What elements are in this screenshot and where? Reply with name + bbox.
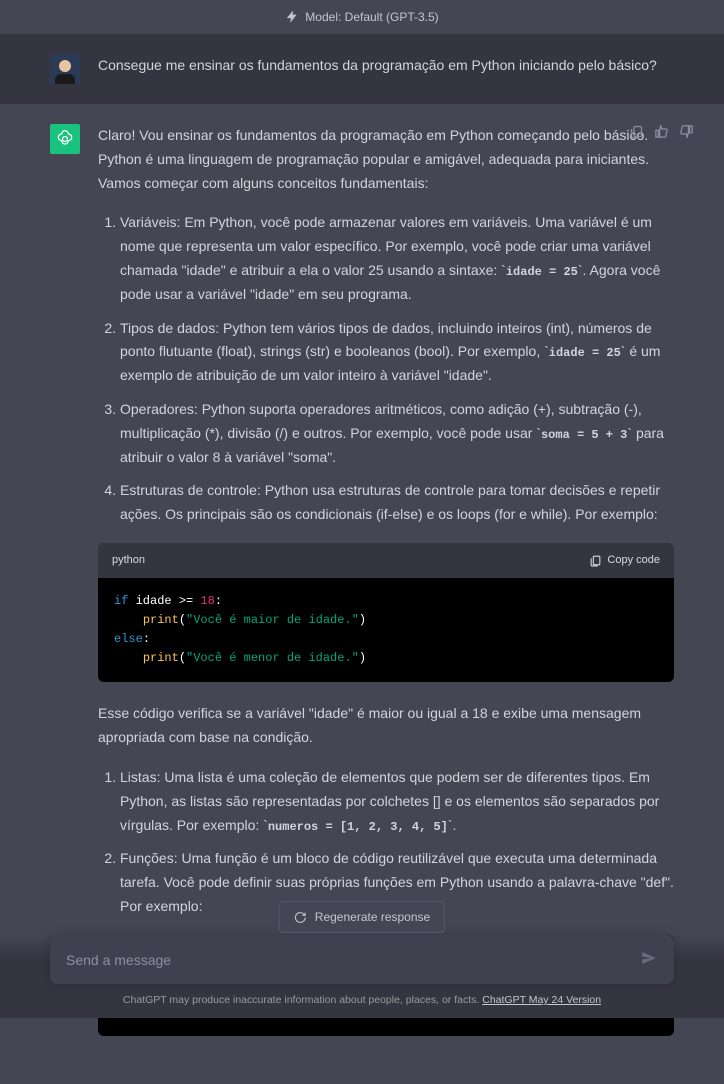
refresh-icon: [294, 911, 307, 924]
input-area: ChatGPT may produce inaccurate informati…: [0, 935, 724, 1018]
code-language: python: [112, 551, 145, 570]
list-item: Estruturas de controle: Python usa estru…: [120, 479, 674, 527]
user-message-row: Consegue me ensinar os fundamentos da pr…: [0, 34, 724, 104]
version-link[interactable]: ChatGPT May 24 Version: [482, 994, 601, 1006]
regenerate-button[interactable]: Regenerate response: [279, 901, 445, 933]
user-message-text: Consegue me ensinar os fundamentos da pr…: [98, 54, 674, 84]
list-item: Variáveis: Em Python, você pode armazena…: [120, 211, 674, 306]
code-block-1: python Copy code if idade >= 18: print("…: [98, 543, 674, 682]
copy-code-button[interactable]: Copy code: [589, 551, 660, 570]
model-label: Model: Default (GPT-3.5): [305, 10, 438, 24]
list-item: Listas: Uma lista é uma coleção de eleme…: [120, 766, 674, 837]
model-indicator: Model: Default (GPT-3.5): [0, 0, 724, 34]
openai-icon: [55, 129, 75, 149]
code-header: python Copy code: [98, 543, 674, 578]
inline-code: idade = 25: [549, 346, 621, 360]
user-avatar: [50, 54, 80, 84]
send-icon: [640, 949, 658, 967]
clipboard-icon: [589, 554, 602, 567]
thumbs-up-icon[interactable]: [654, 124, 669, 139]
concepts-list-2: Listas: Uma lista é uma coleção de eleme…: [98, 766, 674, 919]
message-input[interactable]: [66, 952, 640, 968]
intro-paragraph: Claro! Vou ensinar os fundamentos da pro…: [98, 124, 674, 195]
send-button[interactable]: [640, 949, 658, 970]
bolt-icon: [285, 10, 299, 24]
assistant-avatar: [50, 124, 80, 154]
footer-disclaimer: ChatGPT may produce inaccurate informati…: [50, 994, 674, 1006]
message-actions: [629, 124, 694, 139]
list-item: Tipos de dados: Python tem vários tipos …: [120, 317, 674, 388]
concepts-list-1: Variáveis: Em Python, você pode armazena…: [98, 211, 674, 527]
inline-code: soma = 5 + 3: [541, 428, 627, 442]
list-item: Operadores: Python suporta operadores ar…: [120, 398, 674, 469]
message-input-container: [50, 935, 674, 984]
inline-code: numeros = [1, 2, 3, 4, 5]: [268, 820, 448, 834]
copy-icon[interactable]: [629, 124, 644, 139]
after-code-paragraph: Esse código verifica se a variável "idad…: [98, 702, 674, 750]
inline-code: idade = 25: [506, 265, 578, 279]
thumbs-down-icon[interactable]: [679, 124, 694, 139]
code-body: if idade >= 18: print("Você é maior de i…: [98, 578, 674, 683]
